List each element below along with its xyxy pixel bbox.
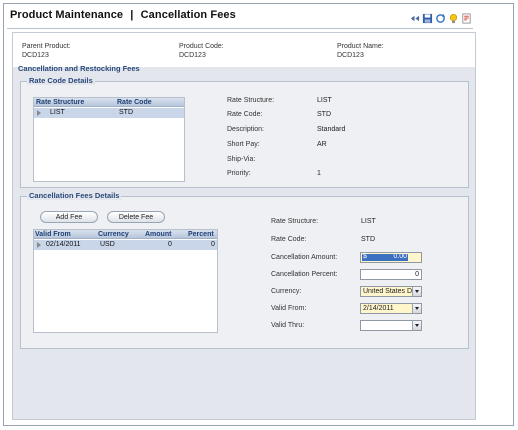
rc-rate-structure-value: LIST — [317, 97, 332, 104]
rc-priority-label: Priority: — [227, 170, 251, 177]
table-row[interactable]: 02/14/2011 USD 0 0 — [34, 240, 217, 250]
fees-grid-header: Valid From Currency Amount Percent — [34, 230, 217, 239]
cancellation-amount-label: Cancellation Amount: — [271, 254, 338, 261]
back-arrows-icon[interactable] — [408, 12, 420, 24]
currency-select[interactable]: United States D — [360, 286, 422, 297]
cancellation-fees-group-title: Cancellation Fees Details — [27, 191, 122, 200]
product-code-label: Product Code: — [179, 43, 224, 50]
cell-percent: 0 — [211, 241, 215, 248]
cancellation-fees-group: Cancellation Fees Details Add Fee Delete… — [20, 191, 469, 349]
col-valid-from[interactable]: Valid From — [35, 231, 71, 238]
cancellation-percent-field[interactable]: 0 — [360, 269, 422, 280]
currency-select-value: United States D — [363, 288, 412, 295]
fee-rate-structure-label: Rate Structure: — [271, 218, 319, 225]
cancellation-fees-grid: Valid From Currency Amount Percent 02/14… — [33, 229, 218, 333]
chevron-down-icon[interactable] — [412, 304, 421, 313]
rc-priority-value: 1 — [317, 170, 321, 177]
product-name-value: DCD123 — [337, 52, 364, 59]
col-percent[interactable]: Percent — [188, 231, 214, 238]
cancellation-amount-currency: $ — [363, 253, 367, 260]
valid-from-value: 2/14/2011 — [363, 305, 394, 312]
table-row[interactable]: LIST STD — [34, 108, 184, 118]
col-rate-structure[interactable]: Rate Structure — [36, 99, 84, 106]
add-fee-button[interactable]: Add Fee — [40, 211, 98, 223]
row-selector-icon — [37, 110, 41, 116]
title-divider — [7, 28, 473, 29]
currency-label: Currency: — [271, 288, 302, 295]
refresh-icon[interactable] — [434, 12, 446, 24]
main-panel: Parent Product: DCD123 Product Code: DCD… — [12, 32, 476, 420]
col-amount[interactable]: Amount — [145, 231, 171, 238]
cell-amount: 0 — [168, 241, 172, 248]
col-rate-code[interactable]: Rate Code — [117, 99, 152, 106]
cancellation-amount-selection: $ 0.00 — [362, 253, 408, 261]
parent-product-value: DCD123 — [22, 52, 49, 59]
lightbulb-icon[interactable] — [447, 12, 459, 24]
delete-fee-button[interactable]: Delete Fee — [107, 211, 165, 223]
cell-currency: USD — [100, 241, 115, 248]
title-separator: | — [130, 9, 134, 21]
cell-rate-code: STD — [119, 109, 133, 116]
product-name-label: Product Name: — [337, 43, 384, 50]
cancellation-amount-value: 0.00 — [393, 253, 407, 260]
save-disk-icon[interactable] — [421, 12, 433, 24]
fee-rate-structure-value: LIST — [361, 218, 376, 225]
valid-from-date-field[interactable]: 2/14/2011 — [360, 303, 422, 314]
row-selector-icon — [37, 242, 41, 248]
rc-short-pay-label: Short Pay: — [227, 141, 260, 148]
rc-description-label: Description: — [227, 126, 264, 133]
rate-code-group: Rate Code Details Rate Structure Rate Co… — [20, 76, 469, 188]
valid-thru-date-field[interactable] — [360, 320, 422, 331]
rate-code-group-title: Rate Code Details — [27, 76, 95, 85]
page-title: Product Maintenance | Cancellation Fees — [10, 9, 236, 21]
fee-rate-code-value: STD — [361, 236, 375, 243]
rc-rate-structure-label: Rate Structure: — [227, 97, 275, 104]
rc-rate-code-value: STD — [317, 111, 331, 118]
cancellation-percent-label: Cancellation Percent: — [271, 271, 338, 278]
product-header — [13, 33, 475, 67]
app-window: Product Maintenance | Cancellation Fees … — [3, 3, 514, 426]
rc-rate-code-label: Rate Code: — [227, 111, 263, 118]
cell-valid-from: 02/14/2011 — [46, 241, 81, 248]
valid-from-label: Valid From: — [271, 305, 307, 312]
rc-short-pay-value: AR — [317, 141, 327, 148]
report-icon[interactable] — [460, 12, 472, 24]
col-currency[interactable]: Currency — [98, 231, 129, 238]
title-main: Product Maintenance — [10, 9, 124, 21]
fee-rate-code-label: Rate Code: — [271, 236, 307, 243]
rate-code-grid: Rate Structure Rate Code LIST STD — [33, 97, 185, 182]
cancellation-percent-value: 0 — [415, 271, 419, 278]
cell-rate-structure: LIST — [50, 109, 65, 116]
chevron-down-icon[interactable] — [412, 287, 421, 296]
valid-thru-label: Valid Thru: — [271, 322, 305, 329]
section-title-cancellation-restocking: Cancellation and Restocking Fees — [18, 64, 140, 73]
rc-ship-via-label: Ship-Via: — [227, 156, 256, 163]
parent-product-label: Parent Product: — [22, 43, 71, 50]
product-code-value: DCD123 — [179, 52, 206, 59]
chevron-down-icon[interactable] — [412, 321, 421, 330]
cancellation-amount-field[interactable]: $ 0.00 — [360, 252, 422, 263]
title-subtitle: Cancellation Fees — [140, 9, 236, 21]
rc-description-value: Standard — [317, 126, 346, 133]
rate-code-grid-header: Rate Structure Rate Code — [34, 98, 184, 107]
